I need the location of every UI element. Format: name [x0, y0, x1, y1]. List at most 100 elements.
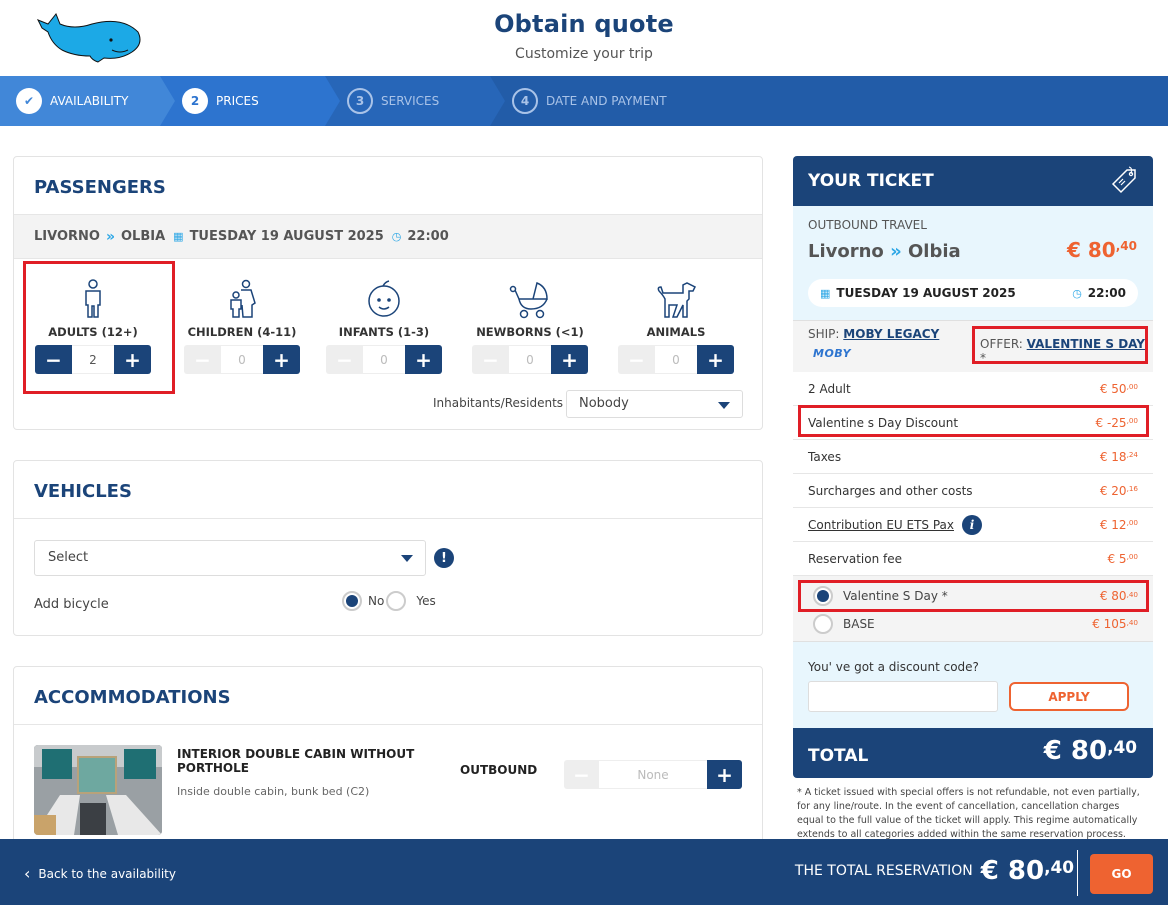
decrement-button[interactable]: − — [184, 345, 221, 374]
residents-select[interactable]: Nobody — [566, 390, 743, 418]
step-number: 3 — [347, 88, 373, 114]
radio-label: No — [368, 594, 385, 608]
ets-contribution-link[interactable]: Contribution EU ETS Pax — [808, 518, 954, 532]
residents-label: Inhabitants/Residents — [433, 396, 564, 410]
double-chevron-icon: » — [890, 241, 902, 262]
route-time: 22:00 — [407, 229, 449, 244]
passenger-type-newborns: NEWBORNS (<1) − 0 + — [472, 275, 588, 374]
section-title: PASSENGERS — [14, 157, 762, 215]
cabin-name: INTERIOR DOUBLE CABIN WITHOUT PORTHOLE — [177, 747, 415, 775]
infants-stepper: − 0 + — [326, 345, 442, 374]
clock-icon: ◷ — [1072, 286, 1082, 300]
step-availability[interactable]: ✔ AVAILABILITY — [16, 76, 128, 126]
increment-button[interactable]: + — [707, 760, 742, 789]
child-icon — [230, 279, 256, 318]
dog-icon — [657, 282, 697, 318]
infant-icon — [368, 280, 400, 317]
bicycle-options: No Yes — [342, 591, 436, 611]
increment-button[interactable]: + — [405, 345, 442, 374]
step-label: SERVICES — [381, 94, 440, 108]
progress-steps: ✔ AVAILABILITY 2 PRICES 3 SERVICES 4 DAT… — [0, 76, 1168, 126]
newborns-count[interactable]: 0 — [509, 345, 551, 374]
passenger-type-label: ANIMALS — [646, 325, 706, 339]
ticket-header: YOUR TICKET — [793, 156, 1153, 206]
vehicles-card: VEHICLES Select ! Add bicycle No Yes — [13, 460, 763, 636]
newborns-stepper: − 0 + — [472, 345, 588, 374]
ticket-summary: YOUR TICKET OUTBOUND TRAVEL Livorno » Ol… — [793, 156, 1153, 778]
line-amount: € 12,00 — [1099, 517, 1138, 532]
exclamation-icon[interactable]: ! — [434, 548, 454, 568]
animals-count[interactable]: 0 — [655, 345, 697, 374]
step-prices[interactable]: 2 PRICES — [182, 76, 259, 126]
direction-label: OUTBOUND — [460, 763, 538, 777]
apply-button[interactable]: APPLY — [1009, 682, 1129, 711]
total-label: TOTAL — [808, 746, 869, 766]
section-title: ACCOMMODATIONS — [14, 667, 762, 725]
decrement-button[interactable]: − — [618, 345, 655, 374]
route-price: € 80,40 — [1067, 238, 1137, 262]
vehicle-select[interactable]: Select — [34, 540, 426, 576]
bicycle-yes-radio[interactable] — [386, 591, 407, 611]
price-line: Surcharges and other costs € 20,16 — [793, 474, 1153, 508]
bicycle-label: Add bicycle — [34, 597, 109, 612]
travel-direction-label: OUTBOUND TRAVEL — [808, 218, 927, 232]
go-button[interactable]: GO — [1090, 854, 1153, 894]
cabin-photo — [34, 745, 162, 835]
calendar-icon: ▦ — [173, 230, 184, 243]
highlight-box — [798, 580, 1149, 612]
reservation-total-label: THE TOTAL RESERVATION — [794, 863, 973, 879]
bicycle-no-radio[interactable] — [342, 591, 362, 611]
double-chevron-icon: » — [105, 228, 115, 245]
divider — [1077, 850, 1078, 896]
ticket-route: Livorno » Olbia — [808, 241, 961, 262]
highlight-box — [798, 405, 1149, 437]
decrement-button[interactable]: − — [564, 760, 599, 789]
chevron-left-icon: ‹ — [24, 864, 31, 883]
passengers-card: PASSENGERS LIVORNO » OLBIA ▦ TUESDAY 19 … — [13, 156, 763, 430]
reservation-total-amount: € 80,40 — [980, 856, 1074, 886]
passenger-type-label: NEWBORNS (<1) — [476, 325, 584, 339]
passenger-type-children: CHILDREN (4-11) − 0 + — [184, 275, 300, 374]
decrement-button[interactable]: − — [472, 345, 509, 374]
discount-label: You' ve got a discount code? — [808, 660, 979, 674]
calendar-icon: ▦ — [820, 286, 831, 300]
step-number: 4 — [512, 88, 538, 114]
children-count[interactable]: 0 — [221, 345, 263, 374]
header: Obtain quote Customize your trip — [0, 0, 1168, 76]
increment-button[interactable]: + — [263, 345, 300, 374]
cabin-count[interactable]: None — [599, 760, 707, 789]
info-icon[interactable]: i — [962, 514, 982, 535]
residents-value: Nobody — [579, 396, 629, 411]
increment-button[interactable]: + — [697, 345, 734, 374]
infants-count[interactable]: 0 — [363, 345, 405, 374]
clock-icon: ◷ — [391, 230, 402, 243]
price-line: Contribution EU ETS Pax i € 12,00 — [793, 508, 1153, 542]
passenger-type-animals: ANIMALS − 0 + — [618, 275, 734, 374]
ship-link[interactable]: MOBY LEGACY — [843, 327, 939, 341]
cabin-stepper: − None + — [564, 760, 742, 789]
price-line: 2 Adult € 50,00 — [793, 372, 1153, 406]
footer-bar: ‹ Back to the availability THE TOTAL RES… — [0, 839, 1168, 905]
line-amount: € 5,00 — [1107, 551, 1138, 566]
children-stepper: − 0 + — [184, 345, 300, 374]
caret-down-icon — [718, 402, 730, 409]
moby-brand-logo: MOBY — [813, 347, 852, 360]
fare-options: Valentine S Day * € 80,40 BASE € 105,40 — [793, 576, 1153, 642]
back-to-availability-link[interactable]: ‹ Back to the availability — [24, 864, 176, 883]
decrement-button[interactable]: − — [326, 345, 363, 374]
section-title: VEHICLES — [14, 461, 762, 519]
ship-offer-row: SHIP: MOBY LEGACY MOBY OFFER: VALENTINE … — [793, 320, 1153, 372]
ticket-time: 22:00 — [1087, 286, 1126, 300]
page-subtitle: Customize your trip — [515, 46, 653, 62]
increment-button[interactable]: + — [551, 345, 588, 374]
discount-code-input[interactable] — [808, 681, 998, 712]
cabin-description: Inside double cabin, bunk bed (C2) — [177, 785, 370, 798]
route-from: Livorno — [808, 241, 884, 262]
route-summary: LIVORNO » OLBIA ▦ TUESDAY 19 AUGUST 2025… — [14, 215, 762, 259]
total-amount: € 80,40 — [1043, 736, 1137, 766]
fare-option-base[interactable]: BASE € 105,40 — [813, 614, 1138, 634]
price-line: Taxes € 18,24 — [793, 440, 1153, 474]
fare-radio[interactable] — [813, 614, 833, 634]
step-label: DATE AND PAYMENT — [546, 94, 667, 108]
line-amount: € 50,00 — [1099, 381, 1138, 396]
